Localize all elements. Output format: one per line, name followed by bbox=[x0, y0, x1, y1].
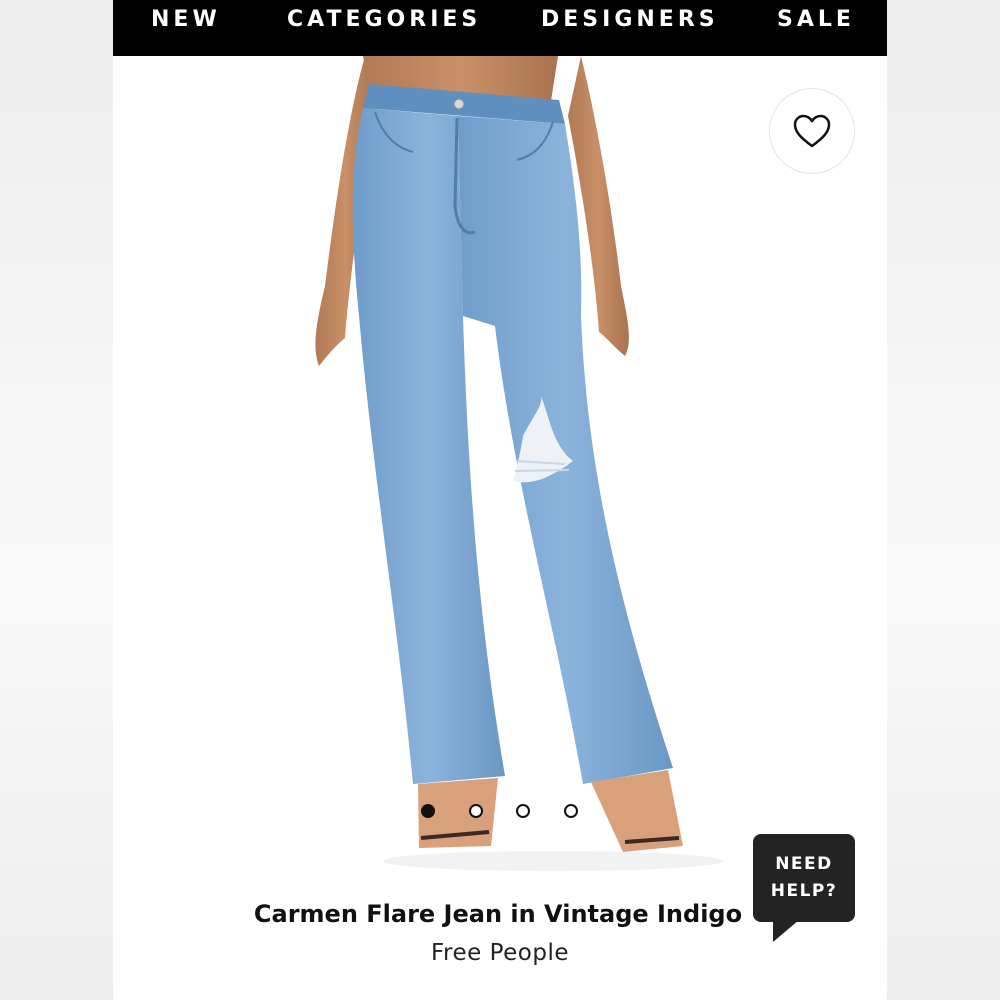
carousel-dot-4[interactable] bbox=[564, 804, 578, 818]
favorite-button[interactable] bbox=[769, 88, 855, 174]
right-backdrop bbox=[887, 0, 1000, 1000]
floor-shadow bbox=[383, 851, 723, 871]
heart-icon bbox=[793, 114, 831, 148]
product-brand[interactable]: Free People bbox=[113, 940, 887, 966]
product-page: NEW CATEGORIES DESIGNERS SALE NEED HELP?… bbox=[113, 0, 887, 1000]
jeans-button bbox=[453, 98, 465, 110]
top-navigation: NEW CATEGORIES DESIGNERS SALE bbox=[113, 0, 887, 56]
carousel-dot-3[interactable] bbox=[516, 804, 530, 818]
nav-item-new[interactable]: NEW bbox=[151, 0, 221, 40]
product-photo[interactable] bbox=[113, 56, 887, 886]
help-line-1: NEED bbox=[775, 854, 833, 874]
nav-item-sale[interactable]: SALE bbox=[777, 0, 855, 40]
nav-item-designers[interactable]: DESIGNERS bbox=[541, 0, 719, 40]
carousel-dot-2[interactable] bbox=[469, 804, 483, 818]
nav-item-categories[interactable]: CATEGORIES bbox=[287, 0, 481, 40]
left-backdrop bbox=[0, 0, 113, 1000]
product-title: Carmen Flare Jean in Vintage Indigo bbox=[253, 900, 743, 928]
carousel-dot-1[interactable] bbox=[421, 804, 435, 818]
